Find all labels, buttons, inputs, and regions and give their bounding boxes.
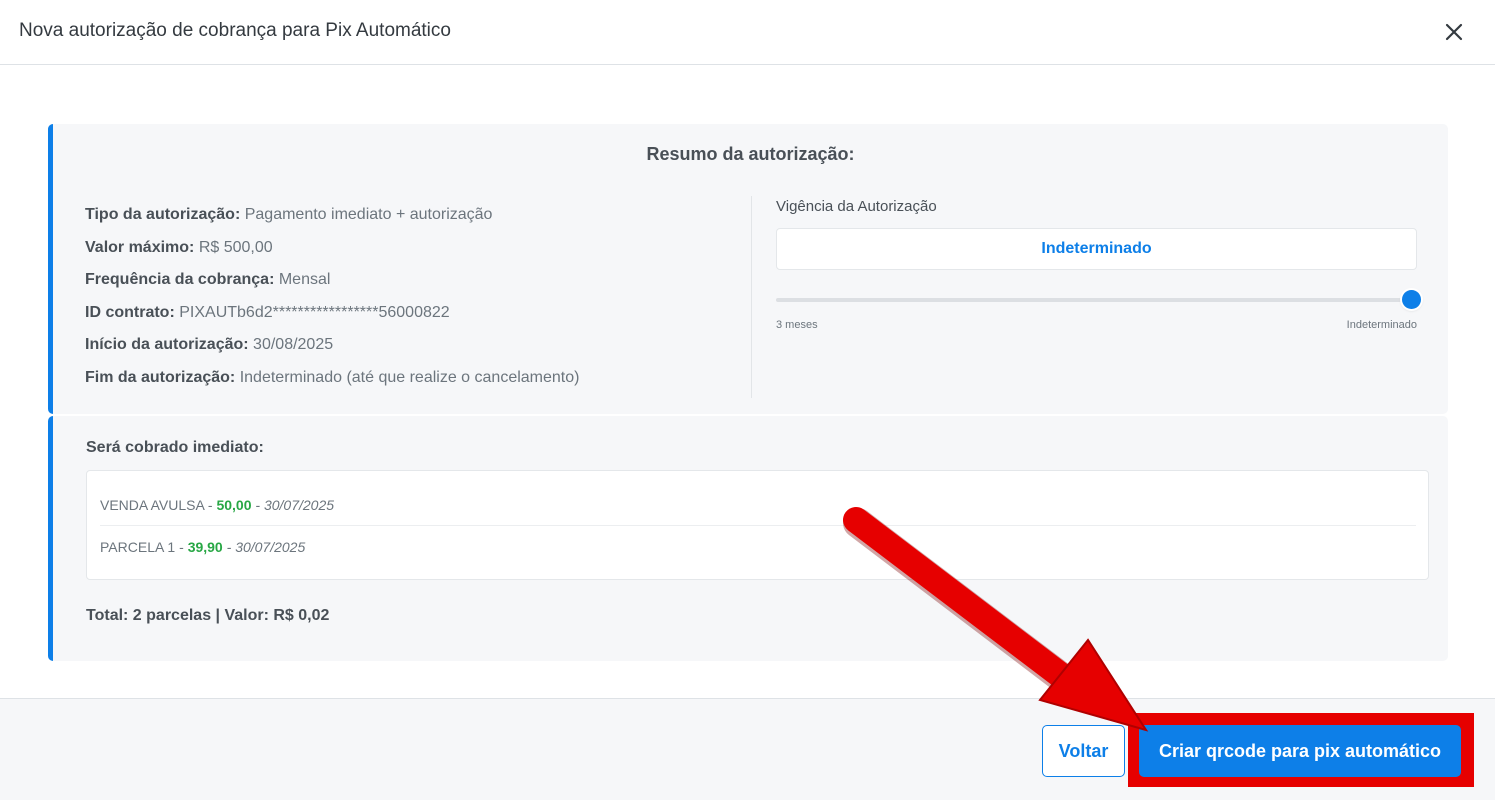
detail-row-contract-id: ID contrato: PIXAUTb6d2*****************… xyxy=(85,302,579,335)
list-item: PARCELA 1 - 39,90 - 30/07/2025 xyxy=(100,539,305,555)
list-divider xyxy=(100,525,1416,526)
detail-label: Valor máximo: xyxy=(85,238,195,256)
detail-value: Pagamento imediato + autorização xyxy=(244,206,493,223)
validity-value-display: Indeterminado xyxy=(776,228,1417,270)
detail-row-start: Início da autorização: 30/08/2025 xyxy=(85,334,579,367)
charge-separator: - xyxy=(175,539,188,555)
detail-value: Mensal xyxy=(278,271,331,288)
detail-value: R$ 500,00 xyxy=(198,238,273,256)
back-button[interactable]: Voltar xyxy=(1042,725,1125,777)
charge-name: PARCELA 1 xyxy=(100,539,176,555)
charge-name: VENDA AVULSA xyxy=(100,497,205,513)
validity-slider-track[interactable] xyxy=(776,298,1408,302)
detail-row-type: Tipo da autorização: Pagamento imediato … xyxy=(85,204,579,237)
slider-min-label: 3 meses xyxy=(776,319,818,331)
modal-footer: Voltar Criar qrcode para pix automático xyxy=(0,698,1495,800)
close-icon xyxy=(1445,23,1463,41)
detail-value: PIXAUTb6d2*****************56000822 xyxy=(179,303,450,321)
detail-row-end: Fim da autorização: Indeterminado (até q… xyxy=(85,367,579,400)
validity-label: Vigência da Autorização xyxy=(776,198,937,215)
detail-label: ID contrato: xyxy=(85,303,175,321)
charge-amount: 50,00 xyxy=(216,497,252,513)
modal-title: Nova autorização de cobrança para Pix Au… xyxy=(19,20,451,41)
charge-total: Total: 2 parcelas | Valor: R$ 0,02 xyxy=(86,607,330,624)
detail-value: 30/08/2025 xyxy=(253,336,334,353)
charge-separator: - xyxy=(251,497,264,513)
detail-value: Indeterminado (até que realize o cancela… xyxy=(239,368,580,386)
charge-list: VENDA AVULSA - 50,00 - 30/07/2025 PARCEL… xyxy=(86,470,1429,580)
charge-date: 30/07/2025 xyxy=(263,497,335,513)
modal-header: Nova autorização de cobrança para Pix Au… xyxy=(0,0,1495,65)
validity-slider-thumb[interactable] xyxy=(1402,290,1421,309)
charge-section-title: Será cobrado imediato: xyxy=(86,439,264,456)
slider-max-label: Indeterminado xyxy=(1346,319,1417,331)
create-qrcode-button[interactable]: Criar qrcode para pix automático xyxy=(1139,725,1461,777)
charge-separator: - xyxy=(222,539,236,555)
list-item: VENDA AVULSA - 50,00 - 30/07/2025 xyxy=(100,497,334,513)
charge-separator: - xyxy=(204,497,217,513)
charge-date: 30/07/2025 xyxy=(235,539,306,555)
detail-label: Tipo da autorização: xyxy=(85,206,241,223)
detail-label: Fim da autorização: xyxy=(85,368,236,386)
summary-title: Resumo da autorização: xyxy=(646,144,855,164)
charge-amount: 39,90 xyxy=(187,539,223,555)
detail-row-frequency: Frequência da cobrança: Mensal xyxy=(85,269,579,302)
detail-label: Frequência da cobrança: xyxy=(85,271,275,288)
vertical-divider xyxy=(751,196,752,398)
immediate-charge-card: Será cobrado imediato: VENDA AVULSA - 50… xyxy=(48,416,1448,661)
detail-label: Início da autorização: xyxy=(85,336,249,353)
authorization-summary-card: Resumo da autorização: Tipo da autorizaç… xyxy=(48,124,1448,414)
authorization-details: Tipo da autorização: Pagamento imediato … xyxy=(85,204,579,399)
detail-row-max-value: Valor máximo: R$ 500,00 xyxy=(85,237,579,270)
close-button[interactable] xyxy=(1440,18,1468,46)
